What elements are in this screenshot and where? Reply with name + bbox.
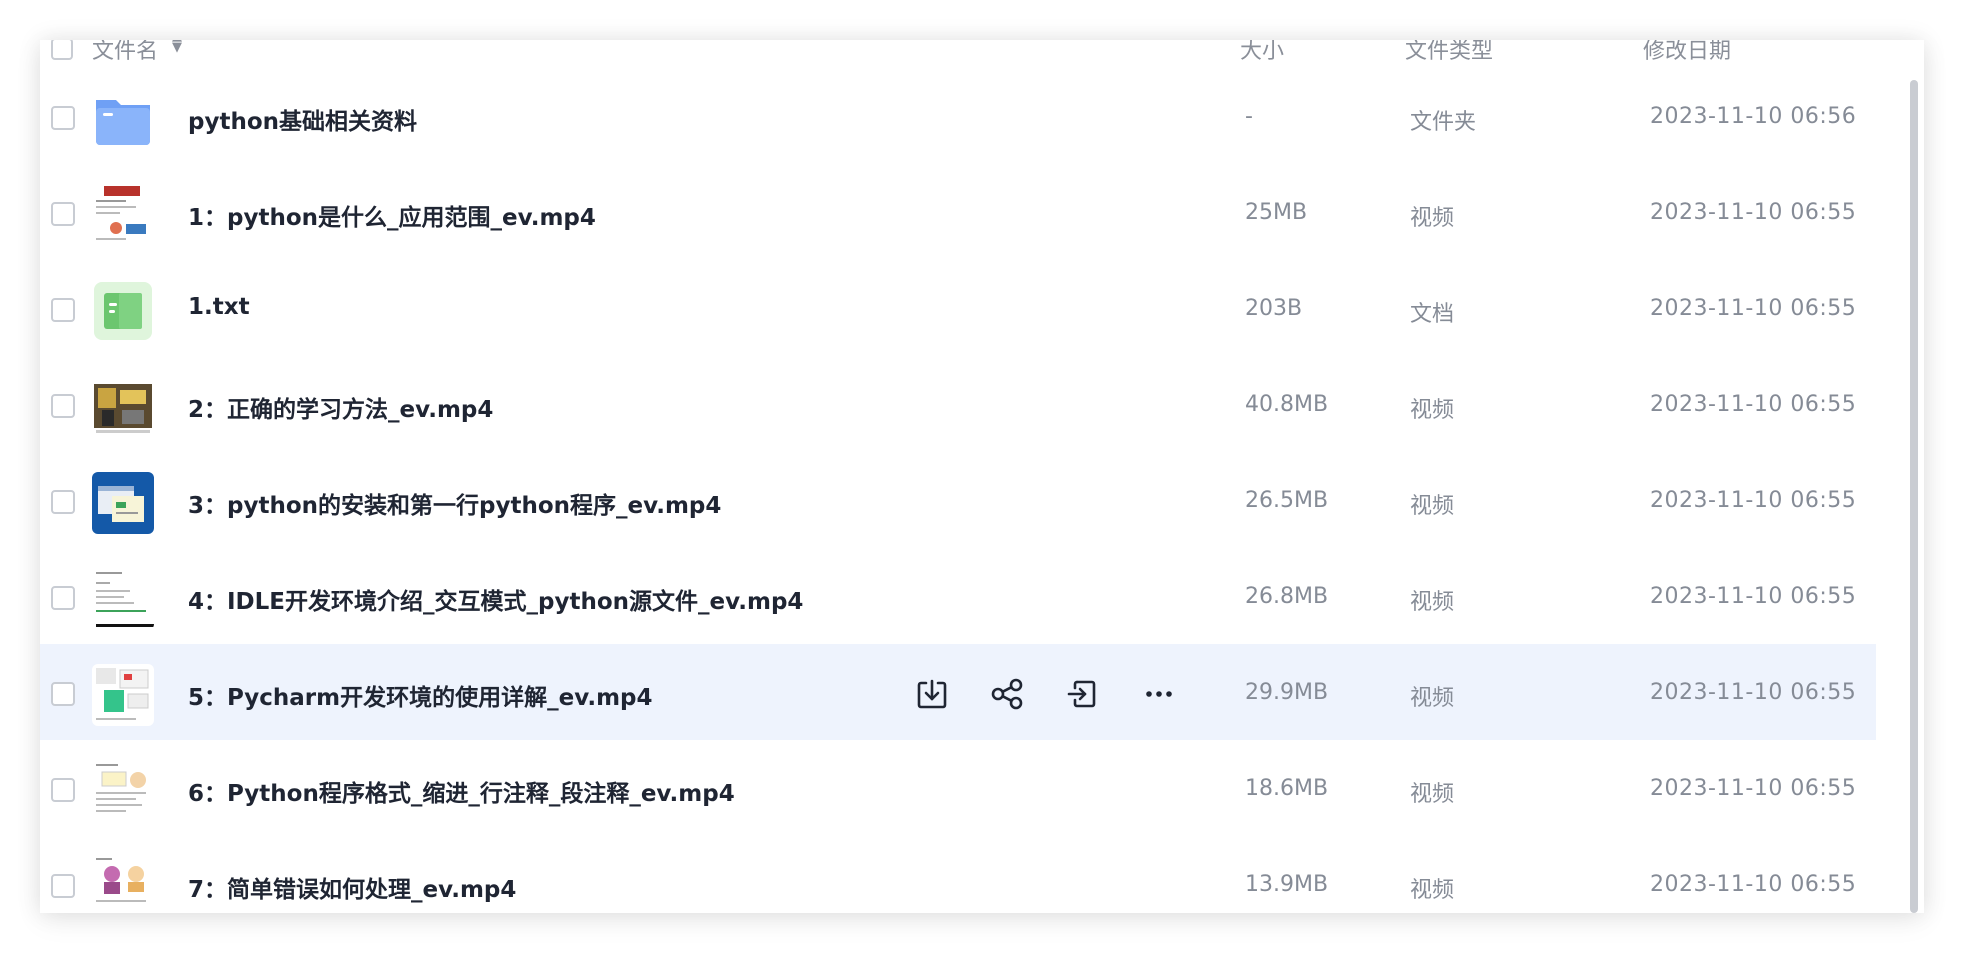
column-type-header[interactable]: 文件类型 xyxy=(1405,40,1493,65)
file-date: 2023-11-10 06:55 xyxy=(1650,392,1857,417)
table-row[interactable]: 1.txt 203B 文档 2023-11-10 06:55 xyxy=(40,260,1876,356)
video-thumbnail xyxy=(92,184,154,246)
table-row[interactable]: 6：Python程序格式_缩进_行注释_段注释_ev.mp4 18.6MB 视频… xyxy=(40,740,1876,836)
column-size-header[interactable]: 大小 xyxy=(1240,40,1284,65)
sort-icon[interactable]: ▲▼ xyxy=(172,40,190,54)
table-row[interactable]: python基础相关资料 - 文件夹 2023-11-10 06:56 xyxy=(40,68,1876,164)
file-name[interactable]: 7：简单错误如何处理_ev.mp4 xyxy=(188,870,516,904)
file-date: 2023-11-10 06:55 xyxy=(1650,872,1857,897)
file-name[interactable]: python基础相关资料 xyxy=(188,102,417,136)
file-size: 18.6MB xyxy=(1245,776,1329,801)
file-size: 40.8MB xyxy=(1245,392,1329,417)
video-thumbnail xyxy=(92,760,154,822)
table-row[interactable]: 7：简单错误如何处理_ev.mp4 13.9MB 视频 2023-11-10 0… xyxy=(40,836,1876,913)
video-thumbnail xyxy=(92,568,154,630)
file-date: 2023-11-10 06:55 xyxy=(1650,776,1857,801)
row-checkbox[interactable] xyxy=(51,106,75,130)
file-size: 26.5MB xyxy=(1245,488,1329,513)
video-thumbnail xyxy=(92,472,154,534)
share-icon[interactable] xyxy=(987,674,1027,714)
file-name[interactable]: 6：Python程序格式_缩进_行注释_段注释_ev.mp4 xyxy=(188,774,735,808)
file-date: 2023-11-10 06:55 xyxy=(1650,296,1857,321)
file-type: 文档 xyxy=(1410,302,1455,327)
file-size: 26.8MB xyxy=(1245,584,1329,609)
column-name-header[interactable]: 文件名 xyxy=(92,40,158,65)
table-row[interactable]: 3：python的安装和第一行python程序_ev.mp4 26.5MB 视频… xyxy=(40,452,1876,548)
file-size: 203B xyxy=(1245,296,1303,321)
file-name[interactable]: 4：IDLE开发环境介绍_交互模式_python源文件_ev.mp4 xyxy=(188,582,803,616)
row-checkbox[interactable] xyxy=(51,490,75,514)
file-date: 2023-11-10 06:55 xyxy=(1650,584,1857,609)
file-name[interactable]: 2：正确的学习方法_ev.mp4 xyxy=(188,390,493,424)
column-date-header[interactable]: 修改日期 xyxy=(1643,40,1731,65)
table-row[interactable]: 5：Pycharm开发环境的使用详解_ev.mp4 29.9MB 视频 2023… xyxy=(40,644,1876,740)
file-type: 视频 xyxy=(1410,494,1455,519)
vertical-scrollbar[interactable] xyxy=(1910,80,1918,913)
table-row[interactable]: 2：正确的学习方法_ev.mp4 40.8MB 视频 2023-11-10 06… xyxy=(40,356,1876,452)
file-name[interactable]: 3：python的安装和第一行python程序_ev.mp4 xyxy=(188,486,721,520)
file-date: 2023-11-10 06:55 xyxy=(1650,200,1857,225)
file-type: 视频 xyxy=(1410,206,1455,231)
file-size: 13.9MB xyxy=(1245,872,1329,897)
row-checkbox[interactable] xyxy=(51,298,75,322)
download-icon[interactable] xyxy=(912,674,952,714)
video-thumbnail xyxy=(92,856,154,913)
file-type: 视频 xyxy=(1410,398,1455,423)
file-size: 29.9MB xyxy=(1245,680,1329,705)
document-icon xyxy=(92,280,154,342)
file-size: 25MB xyxy=(1245,200,1308,225)
row-checkbox[interactable] xyxy=(51,874,75,898)
video-thumbnail xyxy=(92,664,154,726)
row-checkbox[interactable] xyxy=(51,586,75,610)
file-size: - xyxy=(1245,104,1253,129)
video-thumbnail xyxy=(92,376,154,438)
file-type: 视频 xyxy=(1410,782,1455,807)
row-checkbox[interactable] xyxy=(51,202,75,226)
file-type: 视频 xyxy=(1410,686,1455,711)
file-date: 2023-11-10 06:55 xyxy=(1650,488,1857,513)
file-name[interactable]: 5：Pycharm开发环境的使用详解_ev.mp4 xyxy=(188,678,653,712)
file-type: 文件夹 xyxy=(1410,110,1477,135)
row-checkbox[interactable] xyxy=(51,778,75,802)
row-checkbox[interactable] xyxy=(51,394,75,418)
move-icon[interactable] xyxy=(1062,674,1102,714)
file-type: 视频 xyxy=(1410,878,1455,903)
table-row[interactable]: 1：python是什么_应用范围_ev.mp4 25MB 视频 2023-11-… xyxy=(40,164,1876,260)
folder-icon xyxy=(92,88,154,150)
file-date: 2023-11-10 06:56 xyxy=(1650,104,1857,129)
file-name[interactable]: 1：python是什么_应用范围_ev.mp4 xyxy=(188,198,596,232)
more-icon[interactable] xyxy=(1139,674,1179,714)
file-list-panel: 文件名 ▲▼ 大小 文件类型 修改日期 python基础相关资料 - 文件夹 2… xyxy=(40,40,1924,913)
file-name[interactable]: 1.txt xyxy=(188,294,250,320)
file-date: 2023-11-10 06:55 xyxy=(1650,680,1857,705)
select-all-checkbox[interactable] xyxy=(51,40,73,60)
row-checkbox[interactable] xyxy=(51,682,75,706)
table-row[interactable]: 4：IDLE开发环境介绍_交互模式_python源文件_ev.mp4 26.8M… xyxy=(40,548,1876,644)
file-type: 视频 xyxy=(1410,590,1455,615)
